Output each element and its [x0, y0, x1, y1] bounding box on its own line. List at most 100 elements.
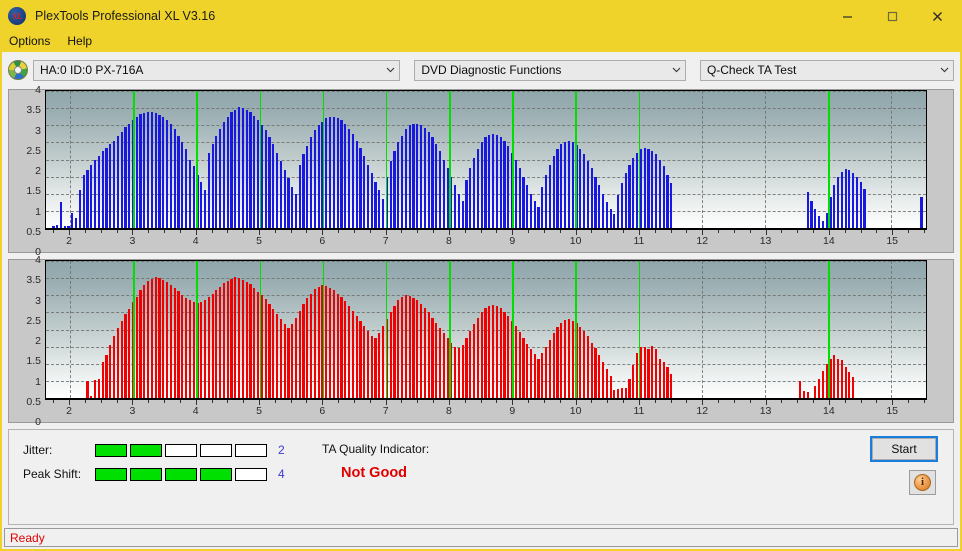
x-axis-tick-mark [353, 400, 355, 403]
x-axis-tick-label: 2 [66, 405, 72, 417]
chart-bar [836, 176, 840, 228]
chart-bar [844, 169, 847, 228]
x-axis-tick-mark [195, 400, 197, 405]
chart-bar [628, 379, 631, 398]
menu-item-help[interactable]: Help [67, 34, 92, 48]
minimize-icon[interactable] [825, 2, 870, 30]
chart-bar [586, 161, 589, 228]
chart-bar [245, 109, 248, 228]
x-axis-tick-mark [543, 400, 545, 403]
x-axis-tick-mark [528, 230, 530, 233]
meter-segment [200, 467, 232, 481]
x-axis-tick-mark [923, 400, 925, 403]
chart-marker-line [385, 91, 388, 228]
x-axis-tick-mark [53, 230, 55, 233]
x-axis-tick-mark [100, 230, 102, 233]
maximize-icon[interactable] [870, 2, 915, 30]
chart-bar [226, 280, 229, 398]
function-selector[interactable]: DVD Diagnostic Functions [414, 59, 686, 81]
chart-bar [662, 362, 665, 398]
menu-item-options[interactable]: Options [9, 34, 50, 48]
x-axis-tick-mark [417, 400, 419, 403]
meter-segment [165, 443, 197, 457]
x-axis-tick-mark [813, 230, 815, 233]
x-axis-tick-mark [623, 400, 625, 403]
x-axis-tick-mark [638, 230, 640, 235]
chart-bar [859, 181, 862, 228]
x-axis-tick-mark [733, 230, 735, 233]
chart-bar [75, 217, 78, 228]
x-axis-tick-label: 10 [569, 405, 582, 417]
menu-bar: Options Help [2, 30, 960, 51]
meter-segment [235, 443, 267, 457]
chart-bar [473, 324, 476, 398]
chart-bar [594, 176, 597, 228]
x-axis-tick-mark [322, 230, 324, 235]
chart-bar [601, 362, 605, 398]
chart-bar [817, 379, 821, 398]
chart-bar [215, 290, 218, 398]
chart-bar [514, 159, 517, 228]
chart-bar [234, 109, 237, 228]
x-axis-tick-mark [528, 400, 530, 403]
chart-bar [241, 108, 245, 228]
chart-bar [279, 161, 282, 228]
x-axis-tick-mark [591, 230, 593, 233]
chart-bar [120, 320, 123, 398]
close-icon[interactable] [915, 2, 960, 30]
y-axis-tick-label: 3.5 [26, 274, 41, 287]
chart-bar [101, 362, 104, 398]
x-axis-tick-mark [543, 230, 545, 233]
chart-bar [181, 142, 184, 228]
chart-bar [359, 320, 362, 398]
chart-bar [507, 145, 510, 228]
x-axis-tick-mark [781, 230, 783, 233]
chart-bar [806, 192, 809, 228]
chart-bar [545, 346, 548, 398]
xl-logo-icon: XL [8, 7, 26, 25]
x-axis-tick-label: 6 [319, 235, 326, 247]
chart-bar [116, 327, 119, 398]
chart-bar [609, 375, 612, 398]
x-axis-tick-mark [433, 400, 435, 403]
chart-bar [143, 113, 146, 228]
chart-bar [94, 380, 97, 398]
chart-bar [806, 391, 809, 398]
chart-bar [484, 137, 487, 228]
info-button[interactable]: i [909, 470, 936, 495]
chart-bar [219, 286, 222, 398]
chart-bar [423, 128, 426, 228]
chart-marker-line [828, 261, 830, 398]
jitter-meter-row: Jitter: 2 [23, 443, 285, 457]
chart-bar [594, 348, 597, 398]
x-axis-tick-mark [433, 230, 435, 233]
drive-selector[interactable]: HA:0 ID:0 PX-716A [33, 59, 401, 81]
meter-segment [95, 443, 127, 457]
peak-shift-chart-y-axis: 4 3.5 3 2.5 2 1.5 1 0.5 0 [9, 254, 45, 428]
chart-marker-line [575, 91, 577, 228]
x-axis-tick-mark [892, 400, 894, 405]
chart-bar [552, 156, 555, 228]
peak-shift-chart-panel: 4 3.5 3 2.5 2 1.5 1 0.5 0 2 3 4 5 6 7 8 9 10 11 12 13 14 15 [8, 254, 954, 428]
chart-bar [275, 314, 279, 398]
chart-bar [325, 285, 328, 398]
x-axis-tick-mark [670, 400, 672, 403]
x-axis-tick-mark [132, 230, 134, 235]
chart-bar [556, 149, 559, 228]
app-window: XL PlexTools Professional XL V3.16 Optio… [0, 0, 962, 551]
chart-bar [382, 198, 385, 228]
x-axis-tick-label: 11 [633, 405, 645, 417]
chart-bar [507, 315, 510, 398]
x-axis-tick-label: 12 [696, 405, 709, 417]
test-selector[interactable]: Q-Check TA Test [699, 59, 954, 81]
chart-bar [188, 159, 191, 228]
chart-bar [192, 302, 195, 398]
chart-bar [67, 225, 70, 228]
y-axis-tick-label: 0.5 [26, 395, 41, 408]
x-axis-tick-mark [702, 230, 704, 235]
start-button[interactable]: Start [870, 436, 938, 462]
chart-bar [192, 166, 195, 228]
chart-bar [63, 226, 66, 228]
x-axis-tick-label: 13 [759, 235, 772, 247]
chart-bar [279, 319, 282, 398]
